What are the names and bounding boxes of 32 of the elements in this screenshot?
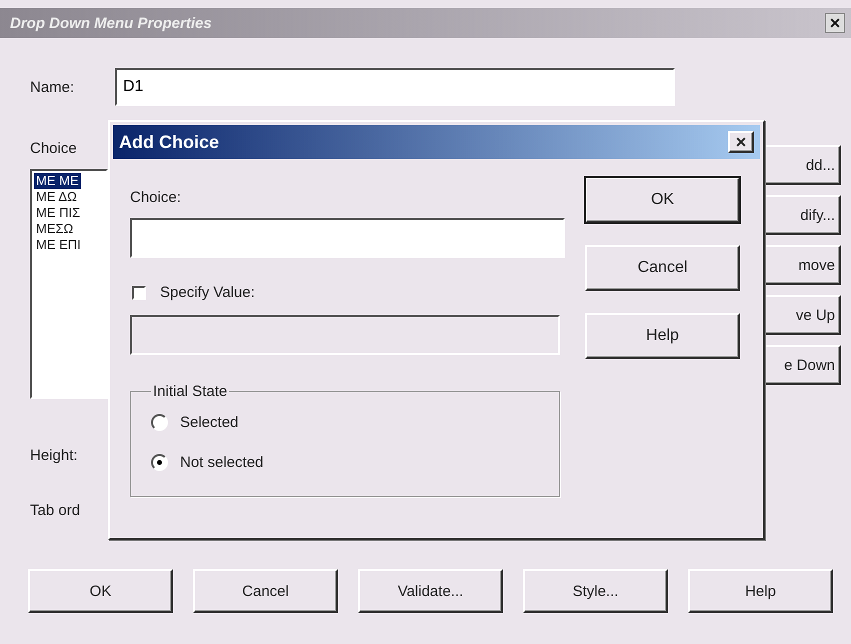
checkbox[interactable] [132,286,146,300]
dialog-button[interactable]: Help [688,569,833,613]
choice-field[interactable] [130,218,565,258]
dialog-button[interactable]: Style... [523,569,668,613]
radio-label: Not selected [180,454,264,470]
dialog-button[interactable]: Help [585,313,740,359]
tab-order-label: Tab ord [30,502,80,519]
choice-list[interactable]: ΜΕ ΜΕ ΜΕ ΔΩ ΜΕ ΠΙΣ ΜΕΣΩ ΜΕ ΕΠΙ [30,169,108,399]
list-item[interactable]: ΜΕ ΠΙΣ [34,205,82,221]
dialog-button[interactable]: Cancel [585,245,740,291]
list-item[interactable]: ΜΕ ΕΠΙ [34,237,83,253]
dialog-button[interactable]: Validate... [358,569,503,613]
dialog-button[interactable]: Cancel [193,569,338,613]
dialog-title: Add Choice [119,132,220,152]
close-button[interactable]: × [728,131,754,153]
radio-label: Selected [180,414,238,430]
group-label: Initial State [152,383,228,400]
height-label: Height: [30,447,78,464]
list-item[interactable]: ΜΕ ΔΩ [34,189,79,205]
choice-label: Choice [30,140,77,157]
choice-label: Choice: [130,189,182,206]
list-item[interactable]: ΜΕ ΜΕ [34,173,81,189]
radio-button[interactable] [151,414,168,430]
name-label: Name: [30,78,76,96]
dialog-button[interactable]: OK [28,569,173,613]
checkbox-label: Specify Value: [160,284,255,301]
window-title: Drop Down Menu Properties [10,14,212,32]
dialog-button[interactable]: OK [585,177,740,223]
close-button[interactable]: × [825,13,845,33]
name-field[interactable]: D1 [115,68,675,106]
radio-button[interactable] [151,454,168,470]
list-item[interactable]: ΜΕΣΩ [34,221,76,237]
